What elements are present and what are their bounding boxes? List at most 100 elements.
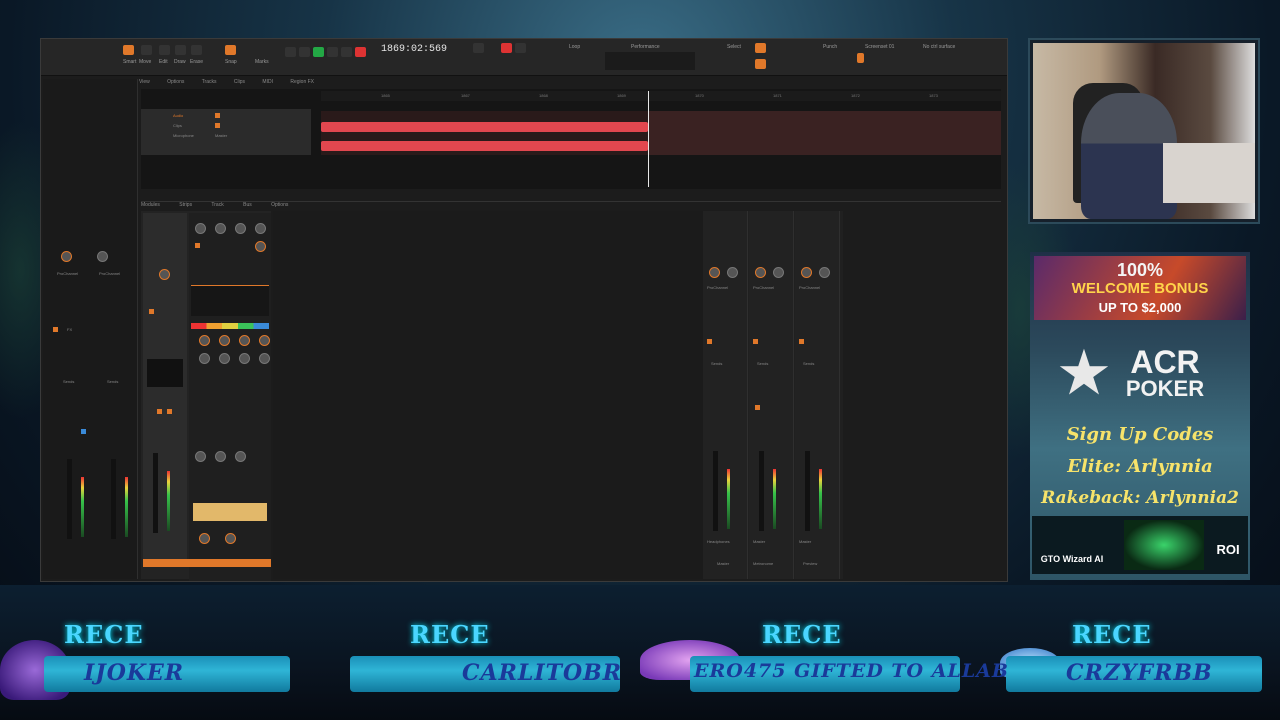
bus-fx-button[interactable] (753, 339, 758, 344)
erase-tool-button[interactable] (191, 45, 202, 55)
screenset-1-button[interactable] (857, 53, 864, 63)
eq-freq-knob[interactable] (199, 353, 210, 364)
console-trim-knob[interactable] (199, 533, 210, 544)
auto-button[interactable] (755, 59, 766, 69)
select-label: Select (727, 44, 741, 50)
tube-input-knob[interactable] (195, 451, 206, 462)
bus-gain-knob[interactable] (801, 267, 812, 278)
monitor-button[interactable] (81, 429, 86, 434)
rec-arm-button[interactable] (501, 43, 512, 53)
strip-solo-button[interactable] (167, 409, 172, 414)
comp-output-knob[interactable] (255, 223, 266, 234)
tube-output-knob[interactable] (235, 451, 246, 462)
menu-options[interactable]: Options (167, 79, 184, 85)
console-menu-strips[interactable]: Strips (179, 202, 192, 208)
bus-output[interactable]: Master (753, 539, 765, 544)
bus-pan-knob[interactable] (819, 267, 830, 278)
menu-region-fx[interactable]: Region FX (290, 79, 314, 85)
eq-band-knob[interactable] (199, 335, 210, 346)
menu-view[interactable]: View (139, 79, 150, 85)
gain-knob[interactable] (61, 251, 72, 262)
record-button[interactable] (355, 47, 366, 57)
eq-freq-knob[interactable] (239, 353, 250, 364)
tube-drive-knob[interactable] (215, 451, 226, 462)
strip-mute-button[interactable] (157, 409, 162, 414)
bus-output[interactable]: Master (799, 539, 811, 544)
strip-fader[interactable] (153, 453, 158, 533)
ruler-tick: 1865 (381, 93, 390, 98)
smart-tool-button[interactable] (123, 45, 134, 55)
comp-release-knob[interactable] (235, 223, 246, 234)
inspector-fader[interactable] (67, 459, 72, 539)
console-menu-track[interactable]: Track (211, 202, 223, 208)
bus-fx-button[interactable] (799, 339, 804, 344)
bus-fader[interactable] (805, 451, 810, 531)
strip-name-bar[interactable] (143, 559, 271, 567)
draw-tool-button[interactable] (175, 45, 186, 55)
play-button[interactable] (313, 47, 324, 57)
menu-clips[interactable]: Clips (234, 79, 245, 85)
bus-gain-knob[interactable] (755, 267, 766, 278)
elite-code: Elite: Arlynnia (1067, 456, 1213, 477)
inspector-fader-2[interactable] (111, 459, 116, 539)
time-display[interactable]: 1869:02:569 (381, 44, 447, 55)
select-mode-button[interactable] (755, 43, 766, 53)
mix-button[interactable] (473, 43, 484, 53)
eq-band-knob[interactable] (239, 335, 250, 346)
bus-fx-button[interactable] (707, 339, 712, 344)
audio-clip-waveform[interactable] (321, 141, 648, 151)
bus-pan-knob[interactable] (773, 267, 784, 278)
track-name[interactable]: Audio (173, 113, 183, 118)
fx-button[interactable] (53, 327, 58, 332)
console-drive-knob[interactable] (225, 533, 236, 544)
bus-fader[interactable] (713, 451, 718, 531)
menu-midi[interactable]: MIDI (262, 79, 273, 85)
comp-ratio-button[interactable] (195, 243, 200, 248)
metronome-button[interactable] (515, 43, 526, 53)
audio-clip-waveform[interactable] (321, 122, 648, 132)
timeline-ruler[interactable]: 1865 1867 1868 1869 1870 1871 1872 1873 (321, 91, 1001, 101)
punch-label: Punch (823, 44, 838, 50)
stop-button[interactable] (299, 47, 310, 57)
hacker-image (1124, 520, 1204, 570)
bus-mute-button[interactable] (755, 405, 760, 410)
snap-button[interactable] (225, 45, 236, 55)
rewind-button[interactable] (285, 47, 296, 57)
eq-band-knob[interactable] (219, 335, 230, 346)
bus-prochannel-label: ProChannel (753, 285, 775, 290)
strip-meter (167, 471, 170, 531)
comp-attack-knob[interactable] (215, 223, 226, 234)
console-menu-bus[interactable]: Bus (243, 202, 252, 208)
performance-label: Performance (631, 44, 660, 50)
edit-tool-button[interactable] (159, 45, 170, 55)
playhead[interactable] (648, 91, 649, 187)
eq-band-knob[interactable] (259, 335, 270, 346)
track-input[interactable]: Microphone (173, 133, 194, 138)
comp-drywet-knob[interactable] (255, 241, 266, 252)
strip-gain-knob[interactable] (159, 269, 170, 280)
console-menu-options[interactable]: Options (271, 202, 288, 208)
fx-label: FX (67, 327, 73, 332)
track-output[interactable]: Master (215, 133, 227, 138)
track-header[interactable]: Audio Clips Microphone Master (141, 109, 311, 155)
eq-graph (191, 285, 269, 316)
track-record-arm-button[interactable] (215, 113, 220, 118)
inspector-meter-2 (125, 477, 128, 537)
console-menu-modules[interactable]: Modules (141, 202, 160, 208)
track-fx-button[interactable] (215, 123, 220, 128)
pan-knob[interactable] (97, 251, 108, 262)
forward-button[interactable] (341, 47, 352, 57)
strip-fx-button[interactable] (149, 309, 154, 314)
move-tool-button[interactable] (141, 45, 152, 55)
pause-button[interactable] (327, 47, 338, 57)
bus-gain-knob[interactable] (709, 267, 720, 278)
eq-band-strip[interactable] (191, 323, 269, 329)
menu-tracks[interactable]: Tracks (202, 79, 217, 85)
comp-input-knob[interactable] (195, 223, 206, 234)
bus-strip: ProChannel Sends Master Preview (795, 211, 840, 579)
bus-fader[interactable] (759, 451, 764, 531)
bus-pan-knob[interactable] (727, 267, 738, 278)
bus-output[interactable]: Headphones (707, 539, 730, 544)
eq-freq-knob[interactable] (219, 353, 230, 364)
eq-freq-knob[interactable] (259, 353, 270, 364)
